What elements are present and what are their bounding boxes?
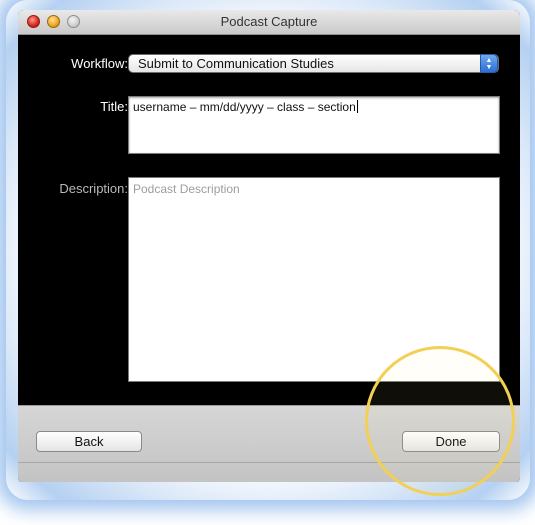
window-title: Podcast Capture bbox=[220, 14, 318, 29]
workflow-select[interactable]: Submit to Communication Studies ▲ ▼ bbox=[128, 54, 499, 73]
description-placeholder: Podcast Description bbox=[133, 182, 240, 196]
done-highlight-circle bbox=[365, 346, 515, 496]
title-bar[interactable]: Podcast Capture bbox=[18, 10, 520, 35]
back-button[interactable]: Back bbox=[36, 431, 142, 452]
stage: Podcast Capture Workflow: Submit to Comm… bbox=[0, 0, 535, 525]
title-field[interactable]: username – mm/dd/yyyy – class – section bbox=[128, 96, 500, 154]
workflow-select-value: Submit to Communication Studies bbox=[138, 56, 334, 71]
title-field-value: username – mm/dd/yyyy – class – section bbox=[133, 100, 356, 114]
text-caret bbox=[356, 100, 358, 113]
updown-arrows-icon[interactable]: ▲ ▼ bbox=[480, 54, 498, 73]
workflow-label: Workflow: bbox=[71, 56, 128, 71]
description-label: Description: bbox=[59, 181, 128, 196]
title-label: Title: bbox=[100, 99, 128, 114]
